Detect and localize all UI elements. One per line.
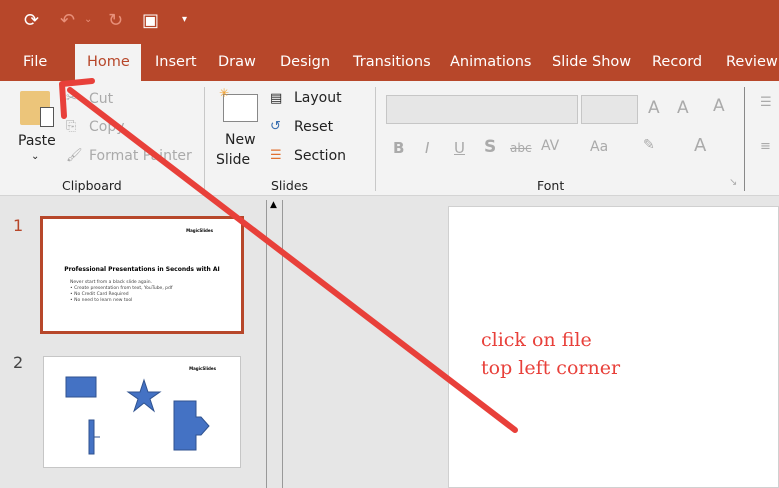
annotation-line: click on file	[481, 329, 592, 351]
format-painter-button[interactable]: Format Painter	[89, 148, 192, 164]
divider	[204, 87, 205, 191]
copy-icon: ⎘	[66, 119, 77, 134]
bullets-icon[interactable]: ☰	[760, 95, 772, 110]
tab-design[interactable]: Design	[268, 44, 342, 81]
shadow-button[interactable]: S	[484, 137, 496, 157]
clear-formatting-icon[interactable]: A	[713, 96, 725, 116]
logo: MagicSlides	[186, 228, 213, 233]
undo-icon[interactable]: ↶	[60, 10, 75, 31]
paste-page-icon	[40, 107, 54, 127]
slides-group-label: Slides	[271, 178, 309, 193]
layout-button[interactable]: Layout	[294, 90, 342, 106]
new-slide-label[interactable]: New	[225, 132, 256, 148]
change-case-button[interactable]: Aa	[590, 139, 608, 155]
font-color-button[interactable]: A	[694, 135, 706, 156]
ribbon-tabs: File Home Insert Draw Design Transitions…	[0, 44, 779, 81]
align-left-icon[interactable]: ≡	[760, 139, 771, 154]
cut-button[interactable]: Cut	[89, 91, 113, 107]
reset-icon: ↺	[270, 119, 281, 134]
tab-record[interactable]: Record	[640, 44, 714, 81]
star-shape	[126, 378, 162, 413]
new-slide-label-2[interactable]: Slide	[216, 152, 250, 168]
title-bar: ⟳ ↶ ⌄ ↻ ▣ ▾	[0, 0, 779, 44]
rectangle-shape	[65, 376, 97, 398]
bold-button[interactable]: B	[393, 139, 404, 157]
divider	[375, 87, 376, 191]
tab-transitions[interactable]: Transitions	[341, 44, 443, 81]
redo-icon[interactable]: ↻	[108, 10, 123, 31]
tab-review[interactable]: Review	[714, 44, 779, 81]
format-painter-icon: 🖌	[66, 148, 83, 163]
sparkle-icon: ✳	[219, 86, 230, 100]
reset-button[interactable]: Reset	[294, 119, 333, 135]
highlight-icon[interactable]: ✎	[643, 137, 655, 153]
italic-button[interactable]: I	[425, 139, 429, 157]
scroll-up-icon[interactable]: ▲	[270, 200, 277, 210]
character-spacing-button[interactable]: AV	[541, 138, 559, 154]
ribbon: Paste ⌄ ✂ Cut ⎘ Copy 🖌 Format Painter Cl…	[0, 81, 779, 196]
slide-shapes	[65, 376, 210, 455]
copy-button[interactable]: Copy	[89, 119, 125, 135]
annotation-text: click on file top left corner	[481, 326, 620, 382]
font-dialog-launcher-icon[interactable]: ↘	[729, 177, 737, 188]
arrow-shape	[173, 400, 210, 451]
tab-insert[interactable]: Insert	[143, 44, 209, 81]
paste-dropdown-icon[interactable]: ⌄	[31, 151, 39, 162]
thumb-bullet: • No need to learn new tool	[70, 298, 133, 303]
slide-thumbnail-panel: 1 MagicSlides Professional Presentations…	[0, 196, 290, 488]
slide-thumbnail-2[interactable]: MagicSlides	[43, 356, 241, 468]
tab-animations[interactable]: Animations	[438, 44, 543, 81]
clipboard-group-label: Clipboard	[62, 178, 122, 193]
font-size-dropdown[interactable]	[581, 95, 638, 124]
tab-home[interactable]: Home	[75, 44, 141, 81]
autosave-icon[interactable]: ⟳	[24, 10, 39, 31]
slide-number: 1	[13, 216, 24, 235]
customize-icon[interactable]: ▾	[182, 14, 187, 25]
thumb-title: Professional Presentations in Seconds wi…	[64, 266, 220, 273]
cut-icon: ✂	[66, 91, 77, 106]
layout-icon: ▤	[270, 91, 283, 106]
strikethrough-button[interactable]: abc	[510, 141, 532, 155]
section-button[interactable]: Section	[294, 148, 346, 164]
tab-slide-show[interactable]: Slide Show	[540, 44, 643, 81]
slide-number: 2	[13, 353, 24, 372]
undo-dropdown-icon[interactable]: ⌄	[84, 14, 92, 25]
thumb-body: Never start from a black slide again. • …	[70, 280, 172, 304]
panel-scrollbar[interactable]: ▲	[266, 200, 283, 488]
underline-button[interactable]: U	[454, 139, 465, 157]
divider	[744, 87, 745, 191]
slide-thumbnail-1[interactable]: MagicSlides Professional Presentations i…	[40, 216, 244, 334]
bracket-shape	[88, 419, 95, 455]
font-group-label: Font	[537, 178, 565, 193]
section-icon: ☰	[270, 148, 282, 163]
shrink-font-icon[interactable]: A	[677, 98, 689, 118]
present-icon[interactable]: ▣	[142, 10, 159, 31]
annotation-line: top left corner	[481, 357, 621, 379]
tab-draw[interactable]: Draw	[206, 44, 268, 81]
grow-font-icon[interactable]: A	[648, 98, 660, 118]
paste-button[interactable]: Paste	[18, 133, 56, 149]
font-name-dropdown[interactable]	[386, 95, 578, 124]
tab-file[interactable]: File	[11, 44, 59, 81]
